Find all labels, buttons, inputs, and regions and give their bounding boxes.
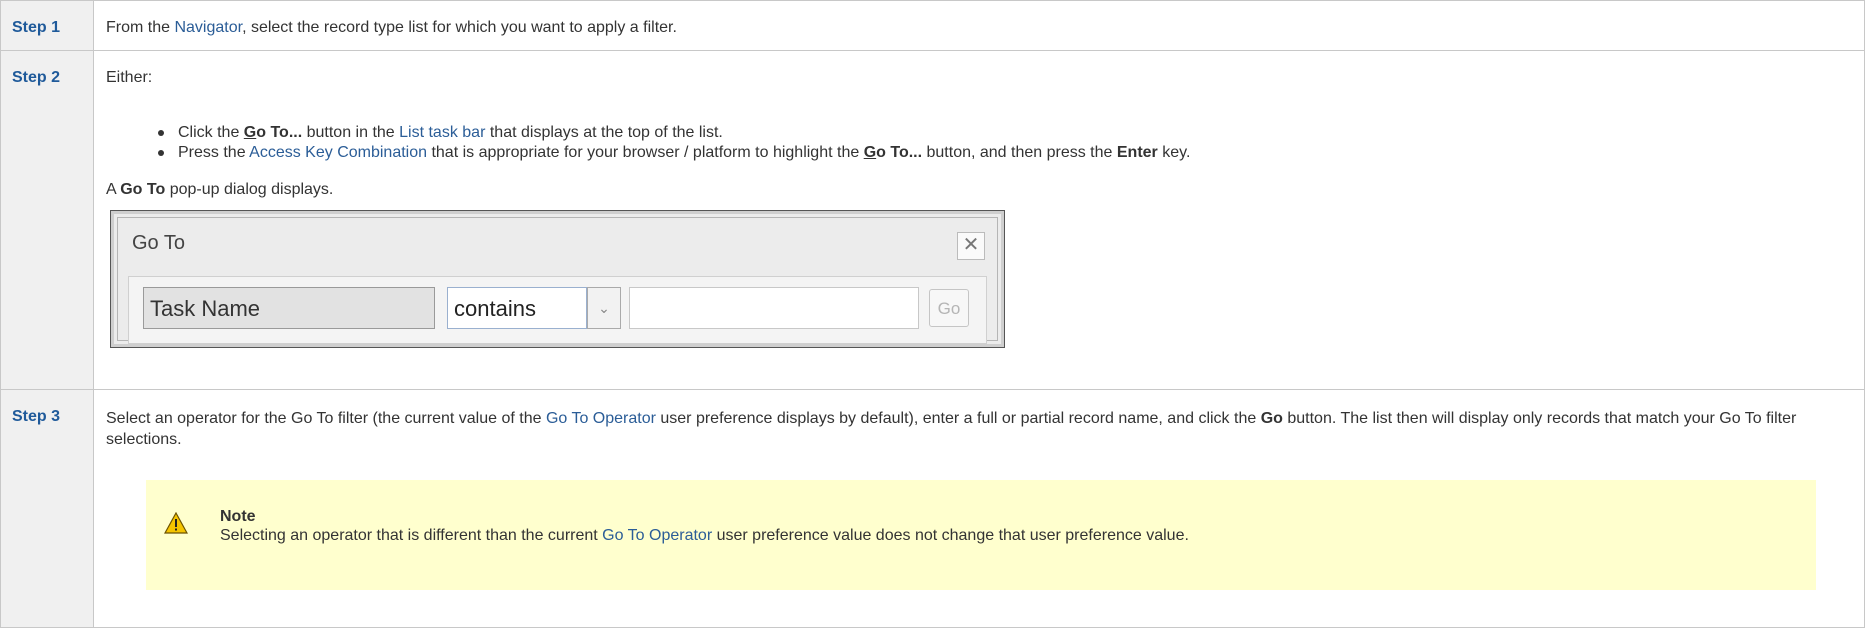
text: button, and then press the xyxy=(922,144,1117,161)
dialog-title: Go To xyxy=(132,232,185,254)
text: user preference value does not change th… xyxy=(712,527,1189,544)
text: key. xyxy=(1157,144,1191,161)
note-text: Selecting an operator that is different … xyxy=(220,527,1189,545)
operator-select[interactable]: contains xyxy=(447,287,587,329)
note-title: Note xyxy=(220,508,256,525)
text: that is appropriate for your browser / p… xyxy=(427,144,864,161)
list-item: Press the Access Key Combination that is… xyxy=(157,143,1191,163)
text: Go xyxy=(1260,410,1283,427)
text: Click the xyxy=(178,124,244,141)
go-to-operator-link[interactable]: Go To Operator xyxy=(602,527,712,544)
text: Enter xyxy=(1116,144,1158,161)
text: A xyxy=(106,181,121,198)
text: From the xyxy=(106,19,175,36)
text: that displays at the top of the list. xyxy=(485,124,723,141)
text: o To... xyxy=(256,124,303,141)
popup-text: A Go To pop-up dialog displays. xyxy=(106,181,333,199)
field-select[interactable]: Task Name xyxy=(143,287,435,329)
goto-dialog-screenshot: Go To ✕ Task Name contains ⌄ Go xyxy=(110,210,1005,348)
text: Go To xyxy=(120,181,166,198)
step1-text: From the Navigator, select the record ty… xyxy=(94,1,1864,37)
text: G xyxy=(243,124,257,141)
either-text: Either: xyxy=(106,69,153,86)
step-body-1: From the Navigator, select the record ty… xyxy=(93,0,1865,51)
step-label: Step 3 xyxy=(12,408,61,425)
text: o To... xyxy=(876,144,923,161)
step-body-3: Select an operator for the Go To filter … xyxy=(93,389,1865,628)
step-label-cell: Step 1 xyxy=(0,0,94,51)
chevron-down-icon[interactable]: ⌄ xyxy=(587,287,621,329)
step3-text: Select an operator for the Go To filter … xyxy=(106,408,1844,450)
step-label: Step 2 xyxy=(12,69,61,86)
step-row-1: Step 1 From the Navigator, select the re… xyxy=(0,0,1865,51)
text: Selecting an operator that is different … xyxy=(220,527,603,544)
step-label-cell: Step 2 xyxy=(0,50,94,390)
step-row-3: Step 3 Select an operator for the Go To … xyxy=(0,389,1865,628)
text: user preference displays by default), en… xyxy=(655,410,1261,427)
step-label-cell: Step 3 xyxy=(0,389,94,628)
text: Select an operator for the Go To filter … xyxy=(106,410,546,427)
text: Press the xyxy=(178,144,250,161)
text: button in the xyxy=(302,124,400,141)
warning-icon xyxy=(164,512,188,534)
step-label: Step 1 xyxy=(12,19,61,36)
access-key-combination-link[interactable]: Access Key Combination xyxy=(249,144,427,161)
steps-table: Step 1 From the Navigator, select the re… xyxy=(0,0,1865,628)
close-icon[interactable]: ✕ xyxy=(957,232,985,260)
go-button[interactable]: Go xyxy=(929,289,969,327)
text: , select the record type list for which … xyxy=(242,19,677,36)
navigator-link[interactable]: Navigator xyxy=(174,19,242,36)
list-item: Click the Go To... button in the List ta… xyxy=(157,123,1190,143)
step-body-2: Either: Click the Go To... button in the… xyxy=(93,50,1865,390)
step-row-2: Step 2 Either: Click the Go To... button… xyxy=(0,50,1865,390)
list-task-bar-link[interactable]: List task bar xyxy=(399,124,485,141)
text: G xyxy=(863,144,877,161)
goto-dialog-panel: Go To ✕ Task Name contains ⌄ Go xyxy=(117,217,998,344)
value-input[interactable] xyxy=(629,287,919,329)
go-to-operator-link[interactable]: Go To Operator xyxy=(546,410,656,427)
note-box: Note Selecting an operator that is diffe… xyxy=(146,480,1816,590)
text: pop-up dialog displays. xyxy=(165,181,334,198)
bullet-list: Click the Go To... button in the List ta… xyxy=(122,123,1190,163)
goto-filter-row: Task Name contains ⌄ Go xyxy=(128,276,987,344)
